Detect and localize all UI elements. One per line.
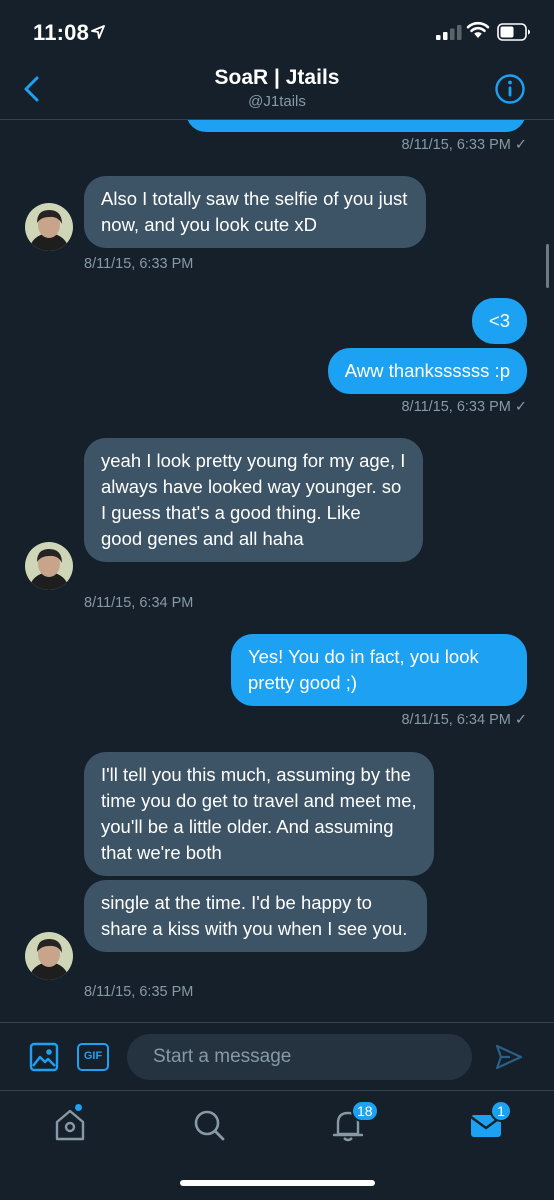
message-bubble-incoming[interactable]: I'll tell you this much, assuming by the… bbox=[84, 752, 434, 876]
message-timestamp: 8/11/15, 6:35 PM bbox=[84, 984, 194, 1000]
message-timestamp: 8/11/15, 6:34 PM bbox=[84, 595, 194, 611]
conversation-title: SoaR | Jtails bbox=[214, 66, 340, 89]
message-bubble-incoming[interactable]: Also I totally saw the selfie of you jus… bbox=[84, 176, 426, 248]
sent-check-icon: ✓ bbox=[514, 137, 527, 153]
avatar[interactable] bbox=[25, 203, 73, 251]
message-timestamp: 8/11/15, 6:33 PM ✓ bbox=[401, 137, 527, 153]
message-timestamp: 8/11/15, 6:33 PM ✓ bbox=[401, 399, 527, 415]
message-bubble-outgoing[interactable]: Aww thankssssss :p bbox=[327, 348, 527, 394]
messages-badge: 1 bbox=[490, 1100, 512, 1122]
avatar[interactable] bbox=[25, 542, 73, 590]
message-bubble-outgoing[interactable]: <3 bbox=[471, 298, 527, 344]
message-bubble-incoming[interactable]: yeah I look pretty young for my age, I a… bbox=[84, 438, 423, 562]
gif-button[interactable]: GIF bbox=[77, 1043, 109, 1071]
message-bubble-outgoing[interactable] bbox=[186, 120, 526, 132]
image-icon[interactable] bbox=[29, 1042, 59, 1072]
home-icon[interactable] bbox=[50, 1105, 90, 1145]
conversation-handle: @J1tails bbox=[248, 93, 306, 110]
info-icon[interactable] bbox=[494, 73, 526, 105]
home-unread-dot bbox=[73, 1102, 84, 1113]
sent-check-icon: ✓ bbox=[514, 712, 527, 728]
location-arrow-icon bbox=[91, 25, 105, 39]
message-bubble-incoming[interactable]: single at the time. I'd be happy to shar… bbox=[84, 880, 427, 952]
status-time: 11:08 bbox=[33, 20, 90, 45]
wifi-icon bbox=[466, 21, 490, 38]
message-input[interactable] bbox=[127, 1034, 472, 1080]
message-timestamp: 8/11/15, 6:33 PM bbox=[84, 256, 194, 272]
message-timestamp: 8/11/15, 6:34 PM ✓ bbox=[401, 712, 527, 728]
conversation-header: SoaR | Jtails @J1tails bbox=[0, 62, 554, 120]
message-bubble-outgoing[interactable]: Yes! You do in fact, you look pretty goo… bbox=[231, 634, 527, 706]
status-bar: 11:08 bbox=[0, 0, 554, 62]
scrollbar[interactable] bbox=[546, 244, 549, 288]
message-composer: GIF bbox=[0, 1022, 554, 1090]
send-icon[interactable] bbox=[494, 1042, 524, 1072]
search-icon[interactable] bbox=[189, 1105, 229, 1145]
avatar[interactable] bbox=[25, 932, 73, 980]
message-list[interactable]: 8/11/15, 6:33 PM ✓ Also I totally saw the… bbox=[0, 120, 554, 1022]
home-indicator bbox=[180, 1180, 375, 1186]
signal-icon bbox=[436, 25, 462, 40]
battery-icon bbox=[497, 23, 530, 41]
notifications-badge: 18 bbox=[351, 1100, 379, 1122]
sent-check-icon: ✓ bbox=[514, 399, 527, 415]
